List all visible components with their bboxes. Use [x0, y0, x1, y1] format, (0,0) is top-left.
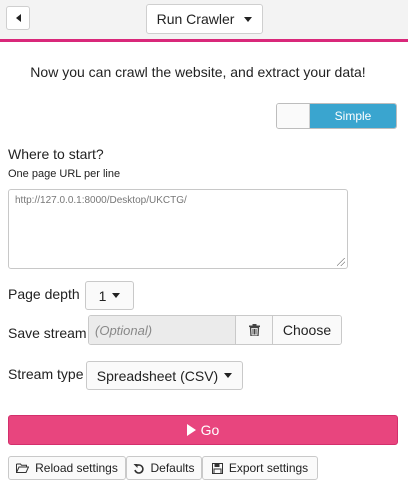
reload-settings-label: Reload settings	[35, 461, 118, 475]
stream-type-label: Stream type	[8, 366, 84, 382]
go-button[interactable]: Go	[8, 415, 398, 445]
caret-down-icon	[244, 16, 253, 22]
save-stream-input[interactable]: (Optional)	[89, 316, 236, 344]
defaults-button[interactable]: Defaults	[126, 456, 202, 480]
page-depth-label: Page depth	[8, 286, 80, 302]
save-icon	[211, 462, 223, 474]
start-url-value: http://127.0.0.1:8000/Desktop/UKCTG/	[15, 195, 187, 206]
caret-down-icon	[112, 293, 121, 298]
start-urls-textarea[interactable]: http://127.0.0.1:8000/Desktop/UKCTG/	[8, 189, 348, 269]
stream-type-value: Spreadsheet (CSV)	[96, 367, 219, 384]
resize-handle-icon[interactable]	[337, 258, 345, 266]
defaults-label: Defaults	[150, 461, 195, 475]
start-hint: One page URL per line	[8, 168, 121, 180]
save-stream-label: Save stream	[8, 325, 87, 341]
toggle-simple-segment[interactable]: Simple	[310, 104, 396, 128]
page-depth-select[interactable]: 1	[85, 281, 134, 310]
intro-text: Now you can crawl the website, and extra…	[30, 64, 366, 80]
undo-icon	[133, 463, 145, 474]
folder-open-icon	[16, 463, 30, 473]
toggle-off-segment[interactable]	[277, 104, 310, 128]
choose-stream-button[interactable]: Choose	[273, 316, 341, 344]
reload-settings-button[interactable]: Reload settings	[8, 456, 126, 480]
clear-stream-button[interactable]	[236, 316, 273, 344]
caret-down-icon	[224, 373, 233, 378]
page-depth-value: 1	[98, 287, 107, 304]
crawler-menu-button[interactable]: Run Crawler	[146, 4, 263, 34]
page-title: Run Crawler	[156, 11, 235, 27]
play-icon	[186, 424, 196, 436]
stream-type-select[interactable]: Spreadsheet (CSV)	[86, 361, 243, 390]
top-bar: Run Crawler	[0, 0, 408, 42]
start-heading: Where to start?	[8, 146, 104, 162]
export-settings-label: Export settings	[228, 461, 309, 475]
go-label: Go	[200, 422, 220, 438]
mode-toggle[interactable]: Simple	[276, 103, 397, 129]
back-button[interactable]	[6, 6, 30, 30]
save-stream-group: (Optional) Choose	[88, 315, 342, 345]
chevron-left-icon	[15, 14, 21, 22]
export-settings-button[interactable]: Export settings	[202, 456, 318, 480]
trash-icon	[248, 324, 260, 336]
